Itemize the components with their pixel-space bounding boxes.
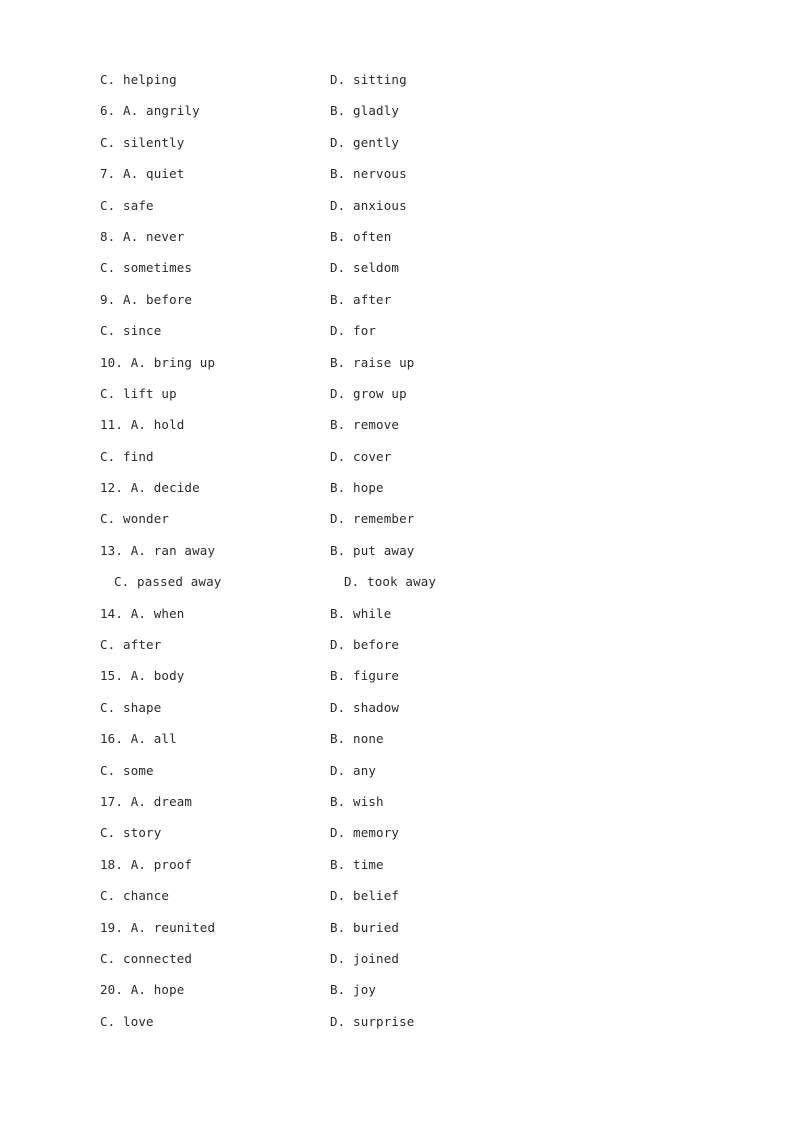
option-row: 10. A. bring up B. raise up <box>100 347 700 378</box>
option-left: 15. A. body <box>100 668 185 684</box>
option-row: 14. A. when B. while <box>100 598 700 629</box>
option-left: 8. A. never <box>100 228 185 244</box>
option-left: C. shape <box>100 699 162 715</box>
option-right: B. nervous <box>330 166 407 182</box>
option-row: C. some D. any <box>100 755 700 786</box>
option-left: 20. A. hope <box>100 982 185 998</box>
option-right: B. often <box>330 228 392 244</box>
option-right: D. anxious <box>330 197 407 213</box>
option-right: D. before <box>330 637 400 653</box>
option-right: D. cover <box>330 448 392 464</box>
option-row: 12. A. decide B. hope <box>100 472 700 503</box>
option-left: 18. A. proof <box>100 856 193 872</box>
option-row: C. find D. cover <box>100 441 700 472</box>
option-right: B. buried <box>330 919 400 935</box>
option-left: C. helping <box>100 72 177 87</box>
option-right: B. joy <box>330 982 377 998</box>
option-row: C. passed away D. took away <box>100 566 700 597</box>
option-left: C. connected <box>100 950 193 966</box>
option-left: 17. A. dream <box>100 793 193 809</box>
option-row: C. love D. surprise <box>100 1006 700 1037</box>
option-row: C. helping D. sitting <box>100 64 700 95</box>
option-right: D. sitting <box>330 72 407 87</box>
option-right: B. after <box>330 291 392 307</box>
option-right: D. surprise <box>330 1013 415 1029</box>
option-row: 13. A. ran away B. put away <box>100 535 700 566</box>
option-row: C. shape D. shadow <box>100 692 700 723</box>
option-right: D. any <box>330 762 377 778</box>
option-left: 6. A. angrily <box>100 103 200 119</box>
option-row: C. story D. memory <box>100 817 700 848</box>
option-right: D. took away <box>344 574 437 590</box>
option-right: D. gently <box>330 134 400 150</box>
option-left: C. chance <box>100 888 170 904</box>
option-right: D. belief <box>330 888 400 904</box>
option-left: C. since <box>100 323 162 339</box>
option-row: 11. A. hold B. remove <box>100 409 700 440</box>
option-right: D. grow up <box>330 385 407 401</box>
option-left: 10. A. bring up <box>100 354 216 370</box>
option-row: 6. A. angrily B. gladly <box>100 95 700 126</box>
option-row: C. since D. for <box>100 315 700 346</box>
option-row: C. connected D. joined <box>100 943 700 974</box>
option-right: D. for <box>330 323 377 339</box>
option-row: C. after D. before <box>100 629 700 660</box>
option-left: C. safe <box>100 197 154 213</box>
option-right: B. gladly <box>330 103 400 119</box>
option-right: B. none <box>330 731 384 747</box>
option-left: 13. A. ran away <box>100 542 216 558</box>
option-right: D. shadow <box>330 699 400 715</box>
option-row: C. lift up D. grow up <box>100 378 700 409</box>
option-right: B. time <box>330 856 384 872</box>
option-right: B. put away <box>330 542 415 558</box>
option-right: B. figure <box>330 668 400 684</box>
option-left: 19. A. reunited <box>100 919 216 935</box>
answer-options-list: C. helping D. sitting 6. A. angrily B. glad… <box>100 64 700 1037</box>
option-row: C. safe D. anxious <box>100 190 700 221</box>
option-right: D. seldom <box>330 260 400 276</box>
option-row: 7. A. quiet B. nervous <box>100 158 700 189</box>
option-row: C. silently D. gently <box>100 127 700 158</box>
option-right: B. hope <box>330 480 384 496</box>
option-left: 14. A. when <box>100 605 185 621</box>
option-left: C. story <box>100 825 162 841</box>
option-right: B. while <box>330 605 392 621</box>
option-left: 16. A. all <box>100 731 177 747</box>
option-row: C. sometimes D. seldom <box>100 252 700 283</box>
option-row: 19. A. reunited B. buried <box>100 912 700 943</box>
option-row: 8. A. never B. often <box>100 221 700 252</box>
option-left: C. after <box>100 637 162 653</box>
option-row: 16. A. all B. none <box>100 723 700 754</box>
option-right: D. remember <box>330 511 415 527</box>
option-row: 18. A. proof B. time <box>100 849 700 880</box>
option-row: 15. A. body B. figure <box>100 660 700 691</box>
option-left: C. sometimes <box>100 260 193 276</box>
option-row: C. chance D. belief <box>100 880 700 911</box>
option-left: C. silently <box>100 134 185 150</box>
option-right: D. joined <box>330 950 400 966</box>
option-right: D. memory <box>330 825 400 841</box>
option-left: C. wonder <box>100 511 170 527</box>
option-row: 20. A. hope B. joy <box>100 974 700 1005</box>
option-left: C. love <box>100 1013 154 1029</box>
option-right: B. raise up <box>330 354 415 370</box>
option-left: C. find <box>100 448 154 464</box>
option-left: C. some <box>100 762 154 778</box>
option-left: 9. A. before <box>100 291 193 307</box>
document-page: C. helping D. sitting 6. A. angrily B. glad… <box>0 0 800 1132</box>
option-left: 7. A. quiet <box>100 166 185 182</box>
option-right: B. wish <box>330 793 384 809</box>
option-row: 17. A. dream B. wish <box>100 786 700 817</box>
option-left: C. lift up <box>100 385 177 401</box>
option-left: 11. A. hold <box>100 417 185 433</box>
option-left: 12. A. decide <box>100 480 200 496</box>
option-left: C. passed away <box>114 574 222 590</box>
option-row: C. wonder D. remember <box>100 503 700 534</box>
option-right: B. remove <box>330 417 400 433</box>
option-row: 9. A. before B. after <box>100 284 700 315</box>
